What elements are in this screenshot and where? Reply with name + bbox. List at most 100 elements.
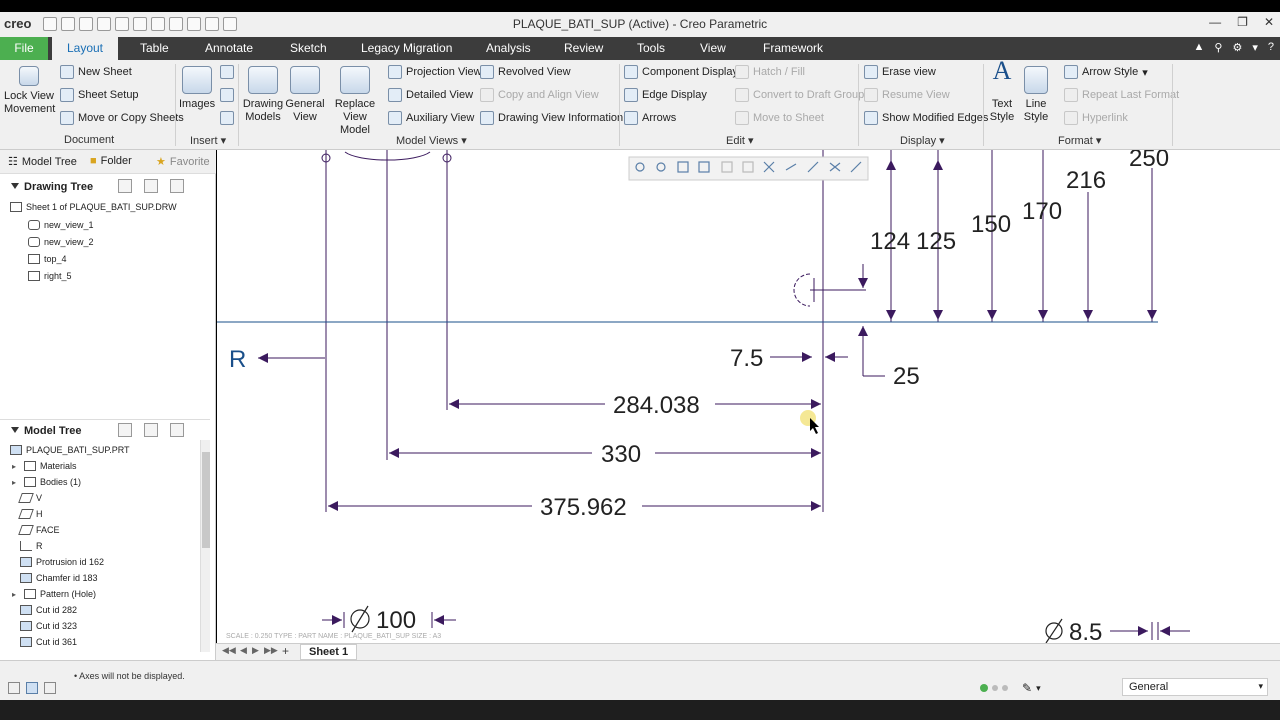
- collapse-ribbon-icon[interactable]: ▲: [1194, 41, 1205, 54]
- expand-icon[interactable]: ▸: [12, 478, 20, 487]
- first-sheet-icon[interactable]: ◀◀: [222, 645, 236, 656]
- filter-icon[interactable]: [170, 423, 184, 437]
- drawing-tree-item[interactable]: new_view_2: [28, 237, 94, 247]
- help-icon[interactable]: ?: [1268, 41, 1274, 54]
- images-button[interactable]: Images: [179, 66, 215, 111]
- drawing-tree-item[interactable]: new_view_1: [28, 220, 94, 230]
- insert-object-button[interactable]: [220, 65, 234, 79]
- expand-icon[interactable]: ▸: [12, 590, 20, 599]
- dimension-375-962[interactable]: 375.962: [540, 494, 627, 521]
- drawing-view-information-button[interactable]: Drawing View Information: [480, 111, 623, 125]
- scrollbar-thumb[interactable]: [202, 452, 210, 548]
- group-insert[interactable]: Insert ▾: [190, 134, 226, 147]
- toggle-navigator-icon[interactable]: [8, 682, 20, 694]
- dimension-284-038[interactable]: 284.038: [613, 392, 700, 419]
- arrow-style-button[interactable]: Arrow Style ▾: [1064, 65, 1148, 79]
- drawing-canvas[interactable]: 250 216 170 150 124 125 7.5 25 284.038 3…: [217, 150, 1280, 643]
- edge-display-button[interactable]: Edge Display: [624, 88, 707, 102]
- model-tree-item[interactable]: ▸ Bodies (1): [12, 477, 81, 487]
- next-sheet-icon[interactable]: ▶: [252, 645, 259, 656]
- detailed-view-button[interactable]: Detailed View: [388, 88, 473, 102]
- arrows-button[interactable]: Arrows: [624, 111, 676, 125]
- tab-model-tree[interactable]: ☷ Model Tree: [8, 155, 77, 169]
- auxiliary-view-button[interactable]: Auxiliary View: [388, 111, 474, 125]
- collapse-icon[interactable]: [11, 183, 19, 189]
- selection-filter-select[interactable]: General ▾: [1122, 678, 1268, 696]
- drawing-tree-item[interactable]: right_5: [28, 271, 72, 281]
- component-display-button[interactable]: Component Display: [624, 65, 738, 79]
- drawing-tree-item[interactable]: top_4: [28, 254, 67, 264]
- move-copy-sheets-button[interactable]: Move or Copy Sheets: [60, 111, 184, 125]
- lock-view-movement-button[interactable]: Lock View Movement: [4, 66, 55, 116]
- model-tree-item[interactable]: Chamfer id 183: [20, 573, 98, 583]
- dimension-25[interactable]: 25: [893, 363, 920, 390]
- tab-folder[interactable]: ■ Folder: [90, 155, 132, 167]
- dimension-124[interactable]: 124: [870, 228, 910, 255]
- model-tree-item[interactable]: H: [18, 509, 43, 519]
- find-icon[interactable]: ✎: [1022, 681, 1032, 695]
- drawing-tree-sheet[interactable]: Sheet 1 of PLAQUE_BATI_SUP.DRW: [10, 202, 177, 212]
- repeat-last-format-button[interactable]: Repeat Last Format: [1064, 88, 1179, 102]
- restore-icon[interactable]: ❐: [1237, 15, 1248, 29]
- toggle-browser-icon[interactable]: [26, 682, 38, 694]
- model-tree-item[interactable]: Cut id 282: [20, 605, 77, 615]
- last-sheet-icon[interactable]: ▶▶: [264, 645, 278, 656]
- model-tree-item[interactable]: Cut id 323: [20, 621, 77, 631]
- insert-image-button[interactable]: [220, 88, 234, 102]
- model-tree-item[interactable]: ▸ Materials: [12, 461, 77, 471]
- group-model-views[interactable]: Model Views ▾: [396, 134, 467, 147]
- full-screen-icon[interactable]: [44, 682, 56, 694]
- model-tree-item[interactable]: Protrusion id 162: [20, 557, 104, 567]
- dimension-100[interactable]: 100: [376, 607, 416, 634]
- new-sheet-button[interactable]: New Sheet: [60, 65, 132, 79]
- show-modified-edges-button[interactable]: Show Modified Edges: [864, 111, 988, 125]
- projection-view-button[interactable]: Projection View: [388, 65, 482, 79]
- tab-sketch[interactable]: Sketch: [290, 37, 327, 60]
- line-style-button[interactable]: Line Style: [1020, 66, 1052, 124]
- search-icon[interactable]: ⚲: [1214, 41, 1222, 54]
- add-sheet-icon[interactable]: +: [282, 644, 289, 658]
- hyperlink-button[interactable]: Hyperlink: [1064, 111, 1128, 125]
- close-icon[interactable]: ✕: [1264, 15, 1274, 29]
- dimension-8-5[interactable]: 8.5: [1069, 619, 1102, 643]
- dropdown-icon[interactable]: ▾: [1252, 41, 1258, 54]
- resume-view-button[interactable]: Resume View: [864, 88, 950, 102]
- dimension-125[interactable]: 125: [916, 228, 956, 255]
- model-tree-header[interactable]: Model Tree: [0, 419, 210, 441]
- model-tree-scrollbar[interactable]: [200, 440, 210, 652]
- tab-favorites[interactable]: ★ Favorite: [156, 155, 210, 169]
- group-format[interactable]: Format ▾: [1058, 134, 1101, 147]
- model-tree-item[interactable]: FACE: [18, 525, 60, 535]
- tab-file[interactable]: File: [0, 37, 48, 60]
- dimension-150[interactable]: 150: [971, 211, 1011, 238]
- tab-tools[interactable]: Tools: [637, 37, 665, 60]
- find-dropdown-icon[interactable]: ▾: [1036, 683, 1041, 694]
- copy-align-view-button[interactable]: Copy and Align View: [480, 88, 599, 102]
- prev-sheet-icon[interactable]: ◀: [240, 645, 247, 656]
- general-view-button[interactable]: General View: [285, 66, 325, 124]
- dimension-7-5[interactable]: 7.5: [730, 345, 763, 372]
- move-to-sheet-button[interactable]: Move to Sheet: [735, 111, 824, 125]
- tab-annotate[interactable]: Annotate: [205, 37, 253, 60]
- dimension-216[interactable]: 216: [1066, 167, 1106, 194]
- datum-label-r[interactable]: R: [229, 346, 246, 373]
- tab-review[interactable]: Review: [564, 37, 603, 60]
- filter-icon[interactable]: [170, 179, 184, 193]
- dimension-330[interactable]: 330: [601, 441, 641, 468]
- model-tree-item[interactable]: Cut id 361: [20, 637, 77, 647]
- group-edit[interactable]: Edit ▾: [726, 134, 754, 147]
- minimize-icon[interactable]: —: [1209, 15, 1221, 29]
- drawing-tree-header[interactable]: Drawing Tree: [0, 176, 210, 198]
- model-tree-item[interactable]: R: [20, 541, 43, 551]
- tab-table[interactable]: Table: [140, 37, 169, 60]
- drawing-svg[interactable]: 250 216 170 150 124 125 7.5 25 284.038 3…: [217, 150, 1280, 643]
- settings-icon[interactable]: ⚙: [1232, 41, 1242, 54]
- show-icon[interactable]: [144, 423, 158, 437]
- show-icon[interactable]: [144, 179, 158, 193]
- sheet-tab[interactable]: Sheet 1: [300, 644, 358, 660]
- convert-to-draft-group-button[interactable]: Convert to Draft Group: [735, 88, 864, 102]
- tree-settings-icon[interactable]: [118, 179, 132, 193]
- tab-view[interactable]: View: [700, 37, 726, 60]
- text-style-button[interactable]: A Text Style: [986, 58, 1018, 124]
- tab-layout[interactable]: Layout: [52, 37, 118, 60]
